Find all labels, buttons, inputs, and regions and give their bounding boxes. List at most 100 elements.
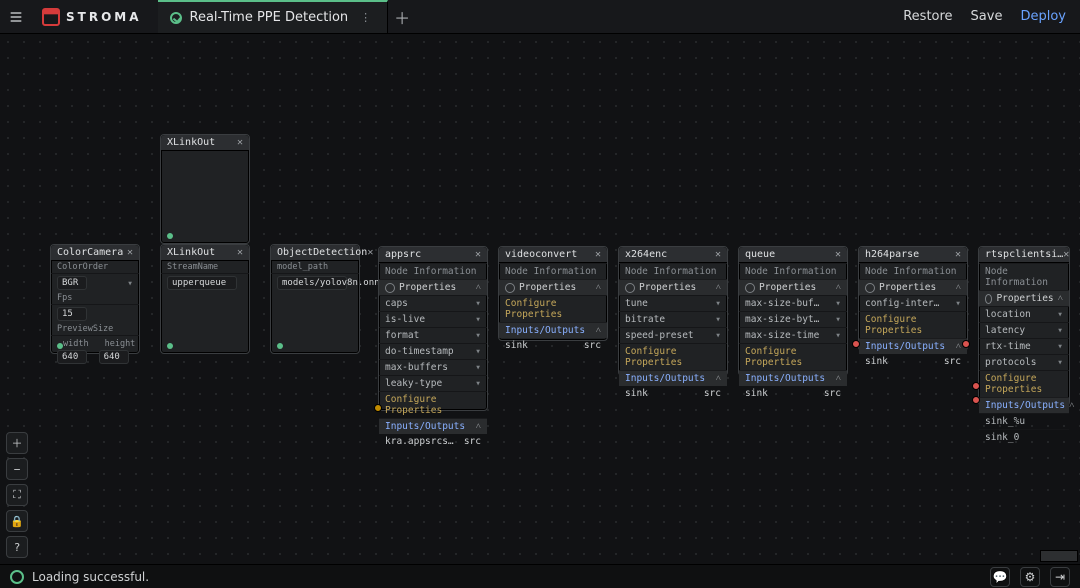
- deploy-button[interactable]: Deploy: [1020, 9, 1066, 24]
- configure-link[interactable]: Configure Properties: [505, 298, 601, 320]
- prop-row[interactable]: location: [985, 309, 1031, 320]
- src-port[interactable]: src: [944, 356, 961, 367]
- fit-button[interactable]: ⛶: [6, 484, 28, 506]
- src-port[interactable]: src: [584, 340, 601, 351]
- gear-icon: [625, 283, 635, 293]
- configure-link[interactable]: Configure Properties: [745, 346, 841, 368]
- node-h264parse[interactable]: h264parse✕ Node Information Properties˄ …: [858, 246, 968, 351]
- settings-icon[interactable]: ⚙: [1020, 567, 1040, 587]
- node-queue[interactable]: queue✕ Node Information Properties˄ max-…: [738, 246, 848, 376]
- prop-row[interactable]: format: [385, 330, 419, 341]
- prop-row[interactable]: config-inter…: [865, 298, 939, 309]
- prop-row[interactable]: max-buffers: [385, 362, 448, 373]
- io-header[interactable]: Inputs/Outputs˄: [379, 418, 487, 434]
- prop-row[interactable]: leaky-type: [385, 378, 442, 389]
- save-button[interactable]: Save: [971, 9, 1003, 24]
- port-dot[interactable]: [962, 340, 970, 348]
- zoom-out-button[interactable]: −: [6, 458, 28, 480]
- close-icon[interactable]: ✕: [127, 247, 133, 258]
- configure-link[interactable]: Configure Properties: [985, 373, 1063, 395]
- minimap[interactable]: [1040, 550, 1078, 562]
- gear-icon: [505, 283, 515, 293]
- zoom-in-button[interactable]: ＋: [6, 432, 28, 454]
- properties-header[interactable]: Properties˄: [379, 279, 487, 295]
- properties-header[interactable]: Properties˄: [739, 279, 847, 295]
- node-objectdetection[interactable]: ObjectDetection✕ model_path models/yolov…: [270, 244, 360, 354]
- out-port[interactable]: kra.appsrcs…: [385, 436, 454, 447]
- chevron-down-icon[interactable]: ▾: [127, 278, 133, 289]
- node-videoconvert[interactable]: videoconvert✕ Node Information Propertie…: [498, 246, 608, 341]
- configure-link[interactable]: Configure Properties: [625, 346, 721, 368]
- port-dot[interactable]: [972, 382, 980, 390]
- node-rtspclientsink[interactable]: rtspclientsi…✕ Node Information Properti…: [978, 246, 1070, 406]
- properties-header[interactable]: Properties˄: [859, 279, 967, 295]
- io-header[interactable]: Inputs/Outputs˄: [499, 322, 607, 338]
- configure-link[interactable]: Configure Properties: [865, 314, 961, 336]
- node-colorcamera[interactable]: ColorCamera✕ ColorOrder BGR▾ Fps 15 Prev…: [50, 244, 140, 354]
- prop-row[interactable]: do-timestamp: [385, 346, 454, 357]
- node-x264enc[interactable]: x264enc✕ Node Information Properties˄ tu…: [618, 246, 728, 376]
- prop-row[interactable]: bitrate: [625, 314, 665, 325]
- close-icon[interactable]: ✕: [955, 249, 961, 260]
- top-actions: Restore Save Deploy: [889, 9, 1080, 24]
- gear-icon: [745, 283, 755, 293]
- lock-button[interactable]: 🔒: [6, 510, 28, 532]
- sink-port[interactable]: sink_%u: [985, 416, 1025, 427]
- prop-row[interactable]: max-size-buf…: [745, 298, 819, 309]
- port-dot[interactable]: [374, 404, 382, 412]
- close-icon[interactable]: ✕: [237, 247, 243, 258]
- src-port[interactable]: src: [824, 388, 841, 399]
- prop-row[interactable]: rtx-time: [985, 341, 1031, 352]
- modelpath-input[interactable]: models/yolov8n.onnx: [277, 276, 347, 290]
- close-icon[interactable]: ✕: [237, 137, 243, 148]
- port-dot[interactable]: [972, 396, 980, 404]
- close-icon[interactable]: ✕: [835, 249, 841, 260]
- node-appsrc[interactable]: appsrc✕ Node Information Properties˄ cap…: [378, 246, 488, 411]
- src-port[interactable]: src: [704, 388, 721, 399]
- height-input[interactable]: 640: [99, 350, 129, 364]
- help-button[interactable]: ?: [6, 536, 28, 558]
- prop-row[interactable]: max-size-byt…: [745, 314, 819, 325]
- sink-port[interactable]: sink: [745, 388, 768, 399]
- sink-port[interactable]: sink_0: [985, 432, 1019, 443]
- graph-canvas[interactable]: ＋ − ⛶ 🔒 ? ColorCamera✕ ColorOrder BGR▾ F…: [0, 34, 1080, 564]
- menu-icon[interactable]: [0, 0, 32, 34]
- sink-port[interactable]: sink: [505, 340, 528, 351]
- collapse-icon[interactable]: ⇥: [1050, 567, 1070, 587]
- io-header[interactable]: Inputs/Outputs˄: [979, 397, 1069, 413]
- port-dot[interactable]: [852, 340, 860, 348]
- node-xlinkout-1[interactable]: XLinkOut✕: [160, 134, 250, 244]
- properties-header[interactable]: Properties˄: [499, 279, 607, 295]
- prop-row[interactable]: tune: [625, 298, 648, 309]
- prop-row[interactable]: protocols: [985, 357, 1036, 368]
- tab-more-icon[interactable]: ⋮: [356, 11, 375, 24]
- close-icon[interactable]: ✕: [367, 247, 373, 258]
- io-header[interactable]: Inputs/Outputs˄: [739, 370, 847, 386]
- prop-row[interactable]: latency: [985, 325, 1025, 336]
- properties-header[interactable]: Properties˄: [619, 279, 727, 295]
- node-title: h264parse: [865, 249, 919, 260]
- properties-header[interactable]: Properties˄: [979, 290, 1069, 306]
- io-header[interactable]: Inputs/Outputs˄: [619, 370, 727, 386]
- close-icon[interactable]: ✕: [595, 249, 601, 260]
- prop-row[interactable]: speed-preset: [625, 330, 694, 341]
- prop-row[interactable]: is-live: [385, 314, 425, 325]
- width-input[interactable]: 640: [57, 350, 87, 364]
- node-xlinkout-2[interactable]: XLinkOut✕ StreamName upperqueue: [160, 244, 250, 354]
- sink-port[interactable]: sink: [625, 388, 648, 399]
- prop-row[interactable]: max-size-time: [745, 330, 819, 341]
- close-icon[interactable]: ✕: [715, 249, 721, 260]
- configure-link[interactable]: Configure Properties: [385, 394, 481, 416]
- sink-port[interactable]: sink: [865, 356, 888, 367]
- io-header[interactable]: Inputs/Outputs˄: [859, 338, 967, 354]
- tab-active[interactable]: Real-Time PPE Detection ⋮: [158, 0, 389, 33]
- tab-add-button[interactable]: ＋: [388, 0, 416, 33]
- color-order-select[interactable]: BGR: [57, 276, 87, 290]
- close-icon[interactable]: ✕: [475, 249, 481, 260]
- fps-input[interactable]: 15: [57, 307, 87, 321]
- restore-button[interactable]: Restore: [903, 9, 952, 24]
- streamname-input[interactable]: upperqueue: [167, 276, 237, 290]
- close-icon[interactable]: ✕: [1063, 249, 1069, 260]
- prop-row[interactable]: caps: [385, 298, 408, 309]
- comment-icon[interactable]: 💬: [990, 567, 1010, 587]
